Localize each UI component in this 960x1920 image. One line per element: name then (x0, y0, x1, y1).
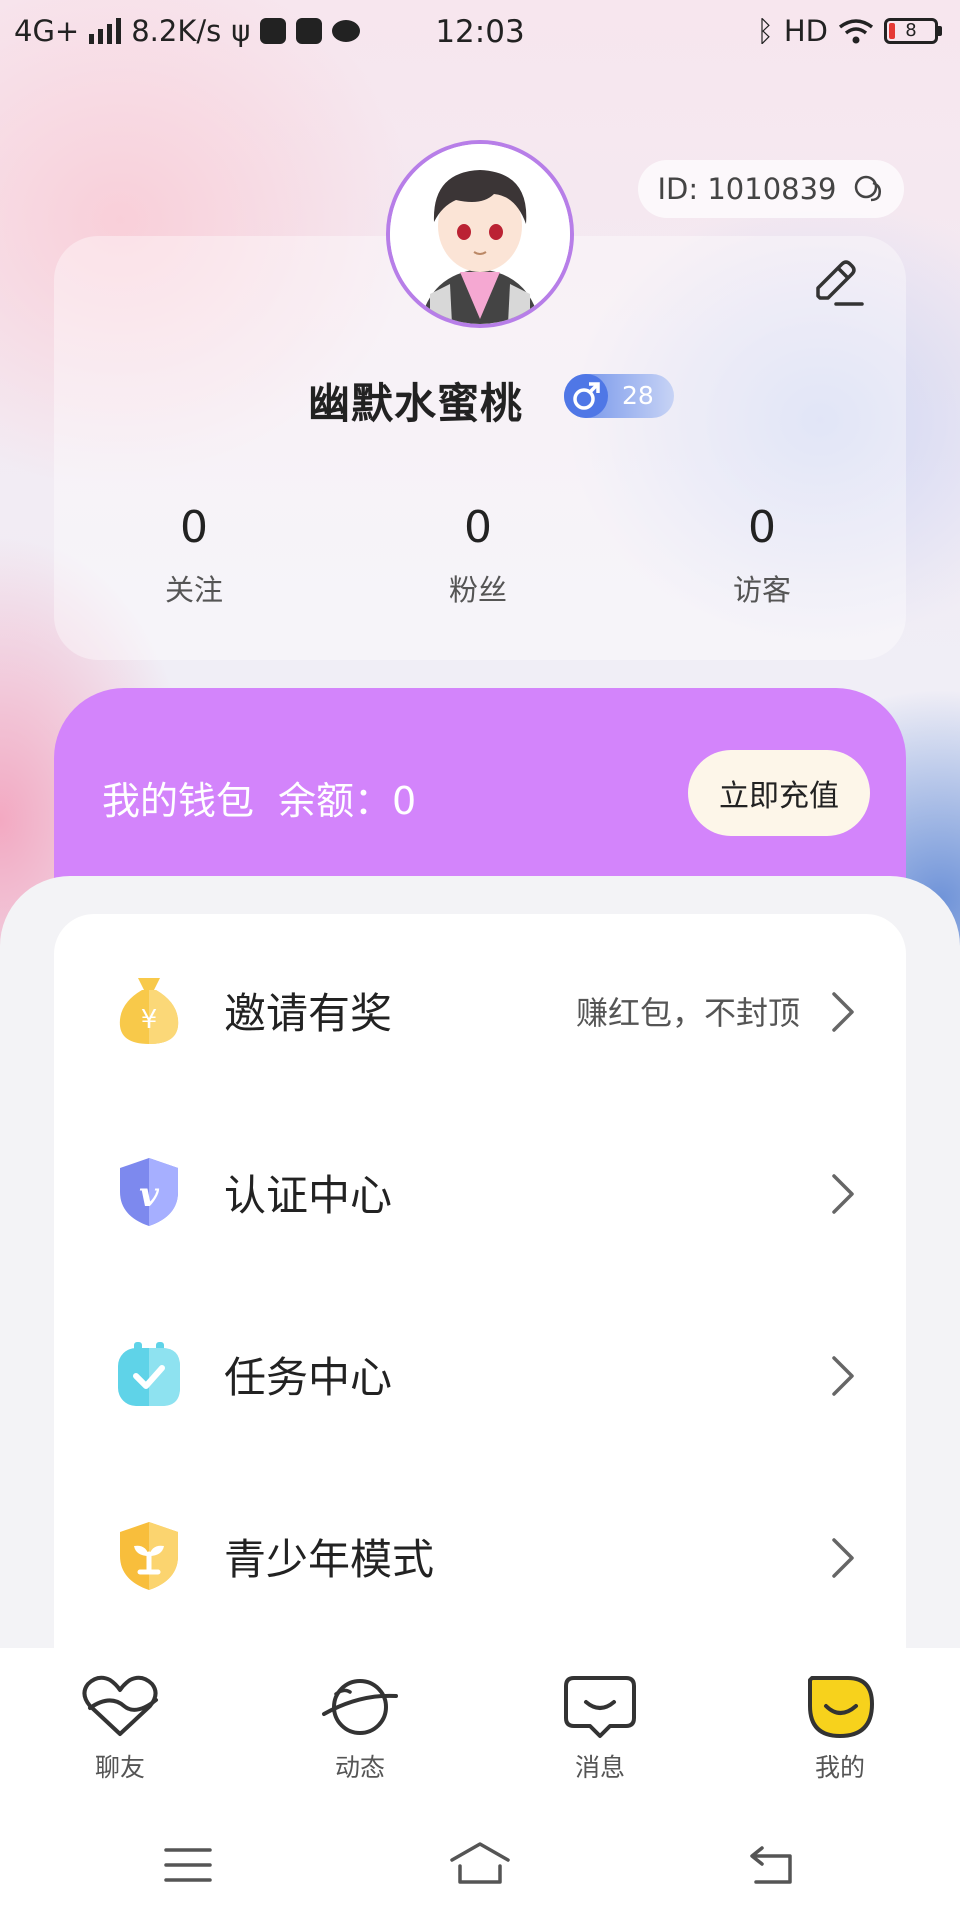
battery-icon: 8 (884, 18, 942, 44)
wallet-text: 我的钱包 余额：0 (102, 770, 416, 825)
avatar[interactable] (386, 140, 574, 328)
stat-following-value: 0 (180, 502, 208, 553)
male-icon (564, 374, 608, 418)
menu-icon[interactable] (164, 1846, 212, 1884)
bottom-tab-bar: 聊友 动态 消息 我的 (0, 1648, 960, 1798)
bluetooth-icon: ᛒ (756, 14, 774, 48)
tab-messages[interactable]: 消息 (530, 1674, 670, 1784)
chevron-right-icon (832, 1538, 854, 1578)
age-label: 28 (622, 381, 654, 410)
user-id-label: ID: 1010839 (657, 172, 837, 206)
menu-hint-invite: 赚红包，不封顶 (575, 994, 800, 1032)
chevron-right-icon (832, 1174, 854, 1214)
heart-icon (82, 1675, 158, 1736)
menu-item-verification[interactable]: v 认证中心 (54, 1096, 906, 1276)
menu-label-verification: 认证中心 (224, 1171, 393, 1220)
menu-label-tasks: 任务中心 (224, 1353, 393, 1402)
menu-item-tasks[interactable]: 任务中心 (54, 1278, 906, 1458)
stat-visitors[interactable]: 0 访客 (672, 502, 852, 609)
copy-icon[interactable] (851, 174, 885, 204)
svg-text:¥: ¥ (141, 1005, 158, 1035)
menu-item-invite[interactable]: ¥ 邀请有奖 赚红包，不封顶 (54, 914, 906, 1094)
youth-shield-icon (120, 1522, 178, 1590)
stat-fans-value: 0 (464, 502, 492, 553)
gender-age-badge: 28 (564, 374, 674, 418)
tab-label-mine: 我的 (814, 1753, 865, 1782)
tab-label-moments: 动态 (334, 1753, 385, 1782)
smile-icon (808, 1676, 874, 1738)
stat-following[interactable]: 0 关注 (104, 502, 284, 609)
menu-card: ¥ 邀请有奖 赚红包，不封顶 v 认证中心 任务中心 青少年模式 (54, 914, 906, 1654)
menu-label-invite: 邀请有奖 (224, 989, 393, 1038)
message-icon (564, 1676, 636, 1738)
verified-shield-icon: v (120, 1158, 178, 1226)
hd-indicator: HD (783, 14, 828, 48)
status-bar: 4G+ 8.2K/s ψ 12:03 ᛒ HD 8 (0, 0, 960, 66)
stat-fans[interactable]: 0 粉丝 (388, 502, 568, 609)
wallet-card[interactable]: 我的钱包 余额：0 立即充值 (54, 688, 906, 908)
home-icon[interactable] (448, 1840, 512, 1886)
wallet-balance: 余额：0 (278, 779, 417, 823)
recharge-button[interactable]: 立即充值 (688, 750, 870, 836)
svg-text:v: v (139, 1175, 160, 1215)
chevron-right-icon (832, 992, 854, 1032)
tab-chat-friends[interactable]: 聊友 (50, 1674, 190, 1784)
avatar-illustration (390, 144, 570, 324)
username: 幽默水蜜桃 (308, 379, 524, 428)
menu-item-youth-mode[interactable]: 青少年模式 (54, 1460, 906, 1640)
stat-visitors-value: 0 (748, 502, 776, 553)
stat-visitors-label: 访客 (732, 573, 791, 607)
user-id-chip[interactable]: ID: 1010839 (638, 160, 904, 218)
tab-label-messages: 消息 (574, 1753, 625, 1782)
money-bag-icon: ¥ (119, 978, 179, 1044)
stat-fans-label: 粉丝 (448, 573, 507, 607)
chevron-right-icon (832, 1356, 854, 1396)
wallet-title: 我的钱包 (102, 779, 255, 823)
tab-mine[interactable]: 我的 (770, 1674, 910, 1784)
back-icon[interactable] (748, 1842, 796, 1886)
battery-level: 8 (905, 20, 917, 41)
planet-icon (322, 1679, 398, 1735)
tab-moments[interactable]: 动态 (290, 1674, 430, 1784)
edit-icon[interactable] (808, 254, 864, 310)
tab-label-chat-friends: 聊友 (94, 1753, 145, 1782)
task-check-icon (118, 1342, 180, 1406)
menu-label-youth-mode: 青少年模式 (224, 1535, 435, 1584)
status-right: ᛒ HD 8 (756, 14, 942, 48)
system-nav-bar (0, 1798, 960, 1920)
wifi-icon (838, 19, 874, 44)
stat-following-label: 关注 (164, 573, 223, 607)
